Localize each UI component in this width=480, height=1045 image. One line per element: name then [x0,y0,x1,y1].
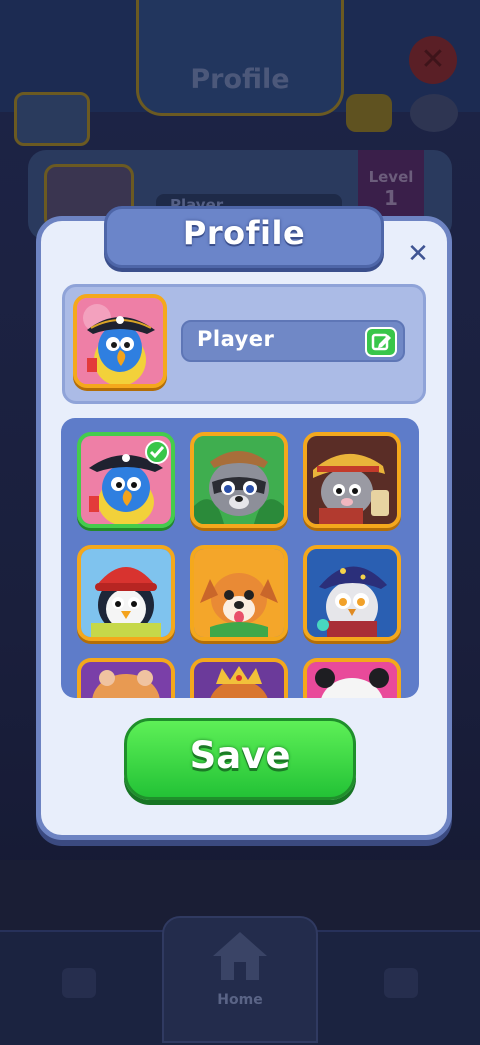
hamster-icon [81,662,171,698]
background-level-label: Level [368,168,414,186]
background-nav-left-icon [62,968,96,998]
modal-title: Profile [182,214,306,252]
background-coin-icon [346,94,392,132]
fox-crown-icon [194,662,284,698]
background-gear-icon [410,94,458,132]
home-icon [213,932,267,980]
save-button-label: Save [189,734,291,777]
avatar-option-wizard-owl[interactable] [303,545,401,641]
avatar-option-panda[interactable] [303,658,401,698]
background-avatar [14,92,90,146]
avatar-option-king-fox[interactable] [190,658,288,698]
current-avatar[interactable] [73,294,167,388]
player-name: Player [197,327,275,351]
avatar-option-hamster[interactable] [77,658,175,698]
avatar-option-adventurer-cat[interactable] [303,432,401,528]
close-icon[interactable]: ✕ [400,236,436,272]
edit-icon [371,333,391,351]
puppy-icon [194,549,284,637]
avatar-option-explorer-raccoon[interactable] [190,432,288,528]
background-nav-home-label: Home [217,992,263,1008]
background-nav-right-icon [384,968,418,998]
avatar-option-happy-puppy[interactable] [190,545,288,641]
edit-name-button[interactable] [365,327,397,357]
background-close-icon: ✕ [409,36,457,84]
selected-check-icon [145,440,169,464]
raccoon-icon [194,436,284,524]
penguin-icon [81,549,171,637]
background-header-tab [136,0,344,116]
pirate-parrot-icon [77,298,163,384]
owl-icon [307,549,397,637]
avatar-option-winter-penguin[interactable] [77,545,175,641]
panda-icon [307,662,397,698]
cat-icon [307,436,397,524]
background-title: Profile [190,64,290,95]
